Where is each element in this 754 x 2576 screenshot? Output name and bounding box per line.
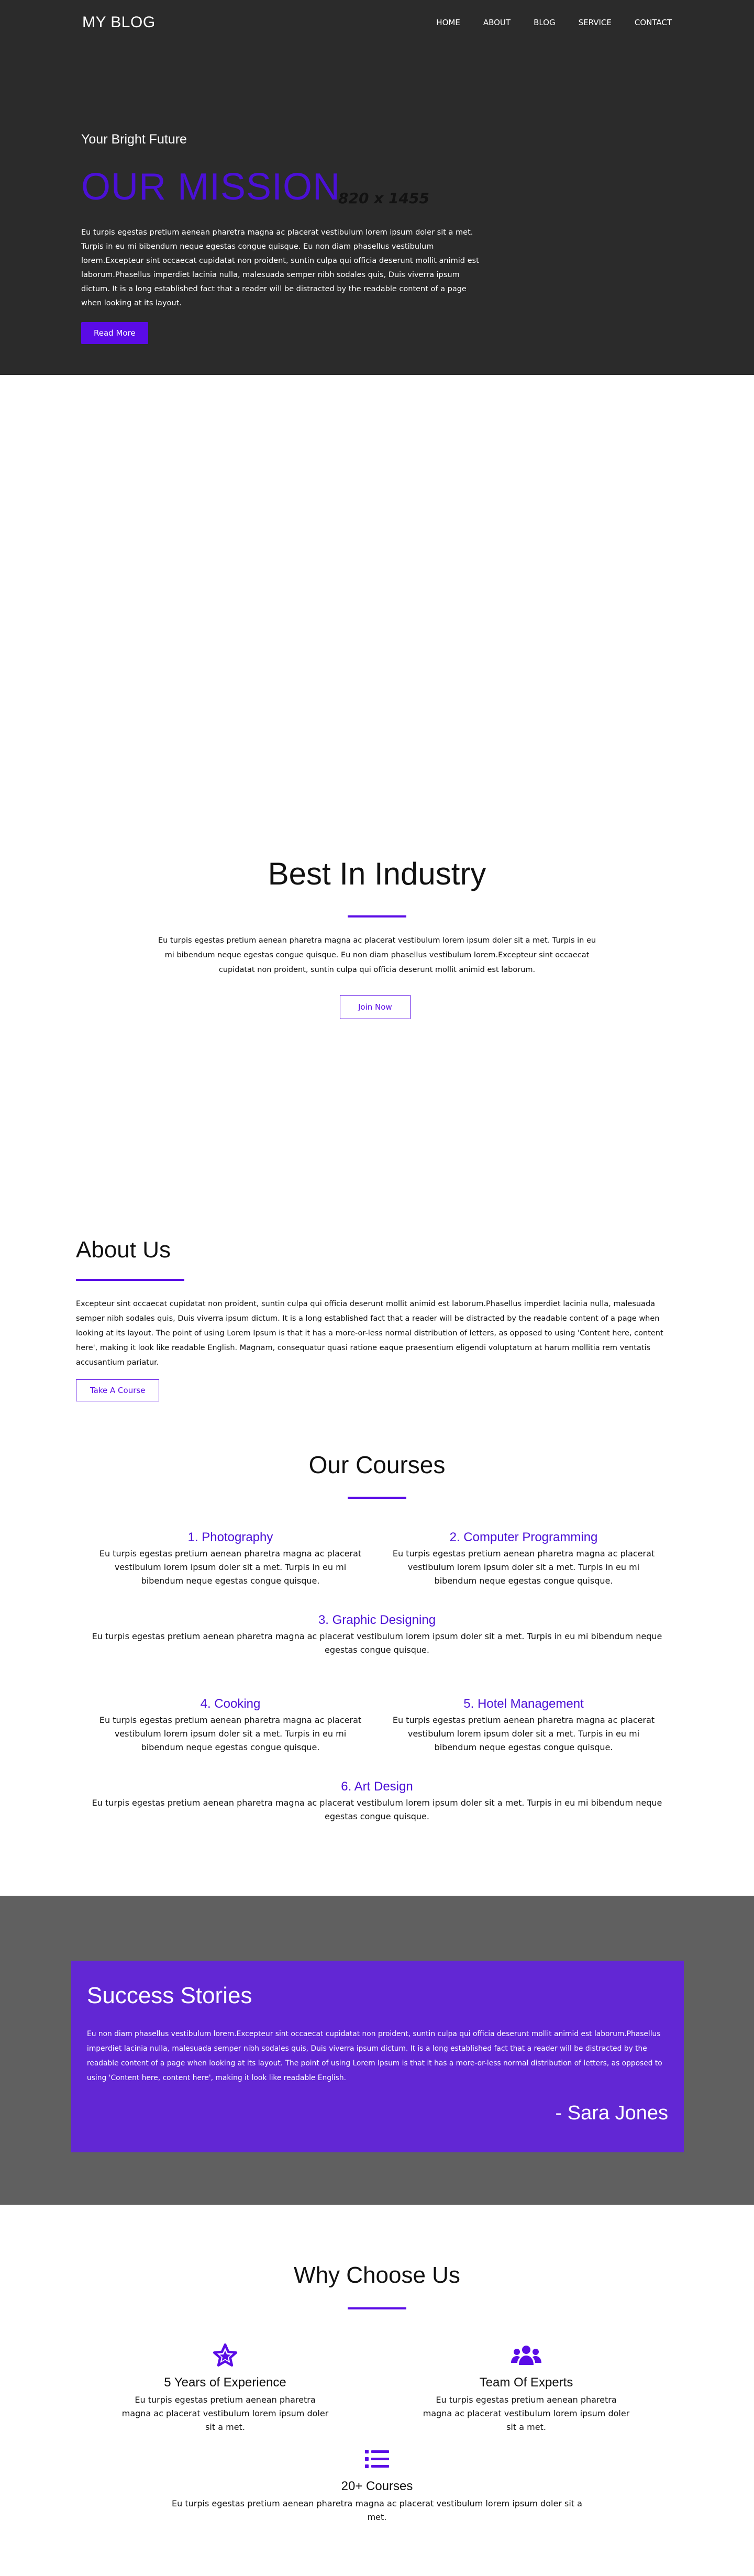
success-text: Eu non diam phasellus vestibulum lorem.E…: [87, 2030, 662, 2082]
feature-title: 20+ Courses: [341, 2479, 413, 2493]
read-more-button[interactable]: Read More: [81, 322, 148, 344]
star-icon: [120, 2341, 330, 2370]
course-item: 5. Hotel Management Eu turpis egestas pr…: [387, 1697, 660, 1754]
why-title: Why Choose Us: [294, 2262, 460, 2288]
course-item: 3. Graphic Designing Eu turpis egestas p…: [89, 1613, 665, 1657]
nav-item-about[interactable]: ABOUT: [483, 18, 511, 27]
nav-item-service[interactable]: SERVICE: [579, 18, 612, 27]
course-title: 4. Cooking: [200, 1697, 261, 1711]
course-desc: Eu turpis egestas pretium aenean pharetr…: [99, 1715, 362, 1752]
take-a-course-button[interactable]: Take A Course: [76, 1379, 160, 1401]
list-icon: [168, 2445, 586, 2474]
nav-item-contact[interactable]: CONTACT: [635, 18, 672, 27]
success-section: Success Stories Eu non diam phasellus ve…: [0, 1896, 754, 2205]
feature-desc: Eu turpis egestas pretium aenean pharetr…: [121, 2395, 329, 2432]
why-section: Why Choose Us 5 Years of Experience Eu t…: [0, 2262, 754, 2522]
feature-desc: Eu turpis egestas pretium aenean pharetr…: [423, 2395, 630, 2432]
best-title-underline: [348, 915, 406, 917]
course-desc: Eu turpis egestas pretium aenean pharetr…: [92, 1798, 662, 1821]
brand-logo[interactable]: MY BLOG: [82, 14, 156, 31]
best-text: Eu turpis egestas pretium aenean pharetr…: [158, 936, 596, 974]
course-desc: Eu turpis egestas pretium aenean pharetr…: [92, 1631, 662, 1655]
hero-image-dimensions: 820 x 1455: [338, 190, 429, 207]
feature-title: Team Of Experts: [479, 2375, 573, 2390]
about-title: About Us: [76, 1237, 171, 1263]
why-title-underline: [348, 2307, 406, 2309]
course-item: 6. Art Design Eu turpis egestas pretium …: [89, 1779, 665, 1823]
course-title: 1. Photography: [187, 1530, 273, 1544]
course-desc: Eu turpis egestas pretium aenean pharetr…: [392, 1715, 655, 1752]
nav-menu: HOME ABOUT BLOG SERVICE CONTACT: [436, 18, 672, 27]
nav-item-home[interactable]: HOME: [436, 18, 460, 27]
hero-content: Your Bright Future OUR MISSION 820 x 145…: [81, 132, 490, 344]
users-icon: [422, 2341, 631, 2370]
best-section: Best In Industry Eu turpis egestas preti…: [0, 375, 754, 1213]
hero-title: OUR MISSION: [81, 166, 341, 208]
hero-section: MY BLOG HOME ABOUT BLOG SERVICE CONTACT …: [0, 0, 754, 375]
course-item: 1. Photography Eu turpis egestas pretium…: [94, 1530, 367, 1588]
success-author: - Sara Jones: [555, 2102, 668, 2124]
success-title: Success Stories: [87, 1983, 252, 2008]
navbar: MY BLOG HOME ABOUT BLOG SERVICE CONTACT: [82, 9, 672, 36]
feature-item: 20+ Courses Eu turpis egestas pretium ae…: [168, 2445, 586, 2524]
courses-title-underline: [348, 1497, 406, 1499]
courses-section: Our Courses 1. Photography Eu turpis ege…: [0, 1451, 754, 1821]
course-item: 4. Cooking Eu turpis egestas pretium aen…: [94, 1697, 367, 1754]
join-now-button[interactable]: Join Now: [340, 995, 411, 1019]
feature-item: 5 Years of Experience Eu turpis egestas …: [120, 2341, 330, 2434]
about-section: About Us Excepteur sint occaecat cupidat…: [76, 1237, 668, 1401]
hero-text: Eu turpis egestas pretium aenean pharetr…: [81, 228, 479, 307]
feature-title: 5 Years of Experience: [164, 2375, 286, 2390]
about-title-underline: [76, 1279, 184, 1281]
course-item: 2. Computer Programming Eu turpis egesta…: [387, 1530, 660, 1588]
hero-kicker: Your Bright Future: [81, 132, 187, 147]
feature-desc: Eu turpis egestas pretium aenean pharetr…: [172, 2498, 582, 2522]
course-title: 5. Hotel Management: [463, 1697, 584, 1711]
success-card: Success Stories Eu non diam phasellus ve…: [71, 1961, 684, 2152]
courses-title: Our Courses: [308, 1451, 446, 1478]
best-title: Best In Industry: [268, 856, 486, 891]
course-desc: Eu turpis egestas pretium aenean pharetr…: [99, 1549, 362, 1586]
about-text: Excepteur sint occaecat cupidatat non pr…: [76, 1300, 663, 1367]
hero-title-row: OUR MISSION 820 x 1455: [81, 166, 490, 208]
feature-item: Team Of Experts Eu turpis egestas pretiu…: [422, 2341, 631, 2434]
nav-item-blog[interactable]: BLOG: [534, 18, 556, 27]
course-title: 2. Computer Programming: [449, 1530, 598, 1544]
course-desc: Eu turpis egestas pretium aenean pharetr…: [392, 1549, 655, 1586]
course-title: 3. Graphic Designing: [318, 1613, 436, 1627]
course-title: 6. Art Design: [341, 1779, 413, 1794]
